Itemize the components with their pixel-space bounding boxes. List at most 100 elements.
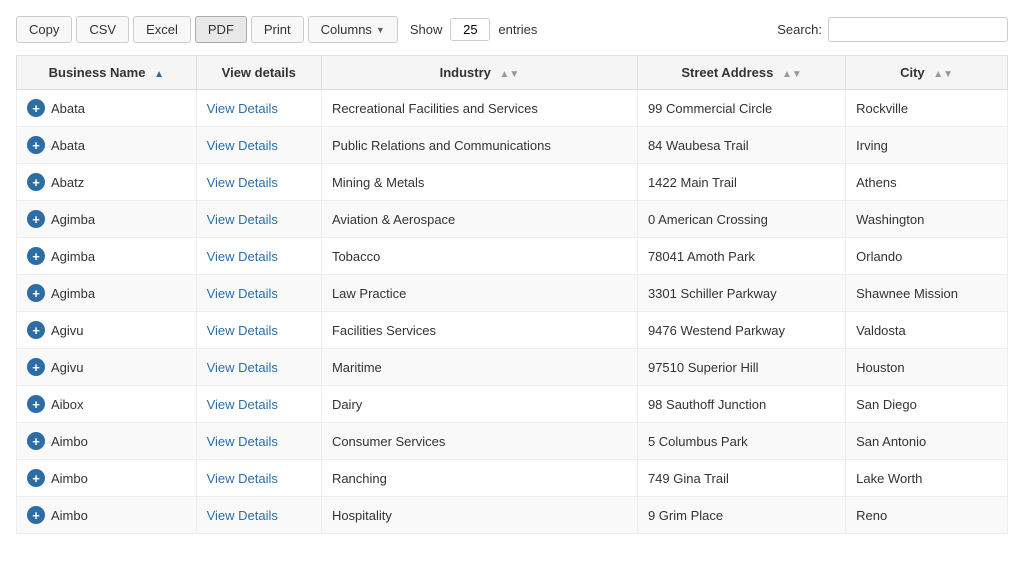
city-cell: Lake Worth [846,460,1008,497]
expand-icon[interactable]: + [27,247,45,265]
city-cell: Irving [846,127,1008,164]
columns-label: Columns [321,22,372,37]
view-details-link[interactable]: View Details [207,286,278,301]
table-row: + Agivu View Details Maritime97510 Superi… [17,349,1008,386]
col-header-business-name[interactable]: Business Name ▲ [17,56,197,90]
view-details-link[interactable]: View Details [207,397,278,412]
expand-icon[interactable]: + [27,136,45,154]
copy-button[interactable]: Copy [16,16,72,43]
view-details-cell: View Details [196,238,321,275]
street-address-cell: 99 Commercial Circle [637,90,845,127]
col-header-view-details[interactable]: View details [196,56,321,90]
industry-cell: Consumer Services [321,423,637,460]
business-name-text: Aimbo [51,508,88,523]
col-label-business-name: Business Name [49,65,146,80]
view-details-cell: View Details [196,349,321,386]
business-name-cell: + Agivu [17,349,197,386]
industry-cell: Ranching [321,460,637,497]
table-row: + Abatz View Details Mining & Metals1422 … [17,164,1008,201]
city-cell: Shawnee Mission [846,275,1008,312]
view-details-link[interactable]: View Details [207,471,278,486]
business-name-text: Agivu [51,323,84,338]
table-header-row: Business Name ▲ View details Industry ▲▼… [17,56,1008,90]
search-input[interactable] [828,17,1008,42]
table-row: + Abata View DetailsPublic Relations and… [17,127,1008,164]
csv-button[interactable]: CSV [76,16,129,43]
street-address-cell: 3301 Schiller Parkway [637,275,845,312]
view-details-link[interactable]: View Details [207,323,278,338]
street-address-cell: 84 Waubesa Trail [637,127,845,164]
expand-icon[interactable]: + [27,210,45,228]
table-row: + Aibox View DetailsDairy98 Sauthoff Jun… [17,386,1008,423]
view-details-link[interactable]: View Details [207,434,278,449]
print-button[interactable]: Print [251,16,304,43]
expand-icon[interactable]: + [27,469,45,487]
business-name-cell: + Aimbo [17,423,197,460]
street-address-cell: 78041 Amoth Park [637,238,845,275]
industry-cell: Dairy [321,386,637,423]
business-name-cell: + Aimbo [17,497,197,534]
view-details-link[interactable]: View Details [207,175,278,190]
expand-icon[interactable]: + [27,432,45,450]
view-details-link[interactable]: View Details [207,508,278,523]
city-cell: Washington [846,201,1008,238]
table-row: + Agimba View DetailsLaw Practice3301 Sc… [17,275,1008,312]
expand-icon[interactable]: + [27,173,45,191]
expand-icon[interactable]: + [27,284,45,302]
view-details-cell: View Details [196,386,321,423]
view-details-cell: View Details [196,201,321,238]
col-header-city[interactable]: City ▲▼ [846,56,1008,90]
table-row: + Aimbo View Details Hospitality9 Grim Pl… [17,497,1008,534]
street-address-cell: 749 Gina Trail [637,460,845,497]
view-details-link[interactable]: View Details [207,249,278,264]
table-row: + Aimbo View DetailsConsumer Services5 C… [17,423,1008,460]
industry-cell: Mining & Metals [321,164,637,201]
view-details-link[interactable]: View Details [207,138,278,153]
business-name-cell: + Abatz [17,164,197,201]
sort-icon-street-address: ▲▼ [782,69,802,80]
table-row: + Agimba View Details Aviation & Aerospac… [17,201,1008,238]
city-cell: Rockville [846,90,1008,127]
street-address-cell: 98 Sauthoff Junction [637,386,845,423]
business-name-text: Agimba [51,249,95,264]
pdf-button[interactable]: PDF [195,16,247,43]
sort-icon-business-name: ▲ [154,69,164,80]
view-details-link[interactable]: View Details [207,212,278,227]
industry-cell: Maritime [321,349,637,386]
table-row: + Abata View DetailsRecreational Facilit… [17,90,1008,127]
city-cell: San Diego [846,386,1008,423]
city-cell: Reno [846,497,1008,534]
sort-icon-city: ▲▼ [933,69,953,80]
expand-icon[interactable]: + [27,506,45,524]
view-details-link[interactable]: View Details [207,360,278,375]
col-header-industry[interactable]: Industry ▲▼ [321,56,637,90]
expand-icon[interactable]: + [27,358,45,376]
excel-button[interactable]: Excel [133,16,191,43]
col-label-view-details: View details [222,65,296,80]
expand-icon[interactable]: + [27,99,45,117]
city-cell: Houston [846,349,1008,386]
business-name-text: Agivu [51,360,84,375]
city-cell: San Antonio [846,423,1008,460]
business-name-text: Abatz [51,175,84,190]
view-details-cell: View Details [196,423,321,460]
street-address-cell: 97510 Superior Hill [637,349,845,386]
business-name-cell: + Abata [17,90,197,127]
table-row: + Agimba View DetailsTobacco78041 Amoth … [17,238,1008,275]
expand-icon[interactable]: + [27,395,45,413]
street-address-cell: 9 Grim Place [637,497,845,534]
street-address-cell: 1422 Main Trail [637,164,845,201]
table-row: + Agivu View DetailsFacilities Services9… [17,312,1008,349]
business-name-cell: + Agimba [17,275,197,312]
city-cell: Athens [846,164,1008,201]
business-name-cell: + Agimba [17,201,197,238]
sort-icon-industry: ▲▼ [500,69,520,80]
entries-input[interactable] [450,18,490,41]
expand-icon[interactable]: + [27,321,45,339]
industry-cell: Aviation & Aerospace [321,201,637,238]
col-header-street-address[interactable]: Street Address ▲▼ [637,56,845,90]
columns-button[interactable]: Columns ▼ [308,16,398,43]
business-name-cell: + Abata [17,127,197,164]
industry-cell: Hospitality [321,497,637,534]
view-details-link[interactable]: View Details [207,101,278,116]
